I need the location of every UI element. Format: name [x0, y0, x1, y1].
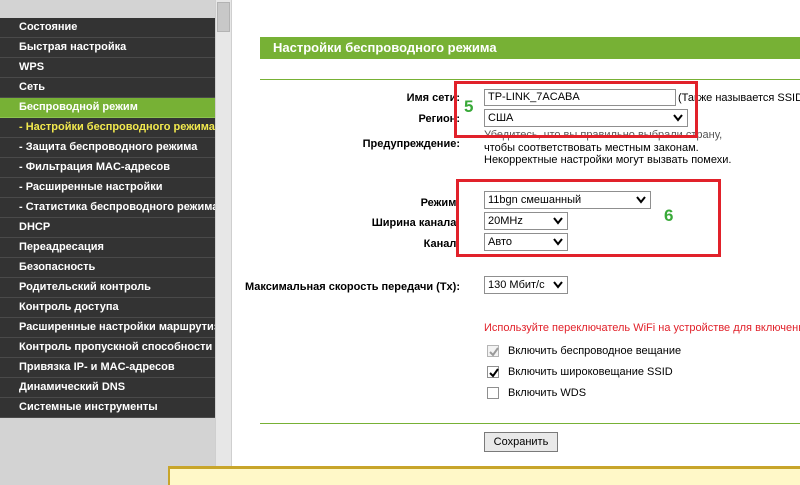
page-title: Настройки беспроводного режима [260, 37, 800, 59]
tx-rate-select-value: 130 Мбит/с [488, 279, 545, 291]
tx-rate-select[interactable]: 130 Мбит/с [484, 276, 568, 294]
broadcast-checkbox[interactable] [487, 345, 499, 357]
tx-rate-label: Максимальная скорость передачи (Tx): [244, 281, 460, 293]
broadcast-checkbox-label: Включить беспроводное вещание [508, 345, 682, 357]
sidebar-subitem-wireless-security[interactable]: - Защита беспроводного режима [0, 138, 215, 158]
sidebar-item-wps[interactable]: WPS [0, 58, 215, 78]
sidebar-menu: Состояние Быстрая настройка WPS Сеть Бес… [0, 18, 215, 418]
sidebar-item-security[interactable]: Безопасность [0, 258, 215, 278]
highlight-box-6 [456, 179, 721, 257]
highlight-box-5 [454, 81, 698, 138]
wifi-switch-notice: Используйте переключатель WiFi на устрой… [484, 322, 800, 334]
warning-label: Предупреждение: [362, 138, 460, 150]
annotation-number-5: 5 [464, 97, 474, 116]
bottom-popup-edge [168, 466, 800, 485]
sidebar-item-dhcp[interactable]: DHCP [0, 218, 215, 238]
sidebar-item-ip-mac-binding[interactable]: Привязка IP- и MAC-адресов [0, 358, 215, 378]
ssid-broadcast-checkbox[interactable] [487, 366, 499, 378]
sidebar-item-bandwidth-control[interactable]: Контроль пропускной способности [0, 338, 215, 358]
scrollbar-thumb[interactable] [217, 2, 230, 32]
sidebar-item-wireless[interactable]: Беспроводной режим [0, 98, 215, 118]
save-button[interactable]: Сохранить [484, 432, 558, 452]
divider-bottom [260, 423, 800, 424]
sidebar-subitem-wireless-stats[interactable]: - Статистика беспроводного режима [0, 198, 215, 218]
warning-line-2: чтобы соответствовать местным законам. [484, 142, 699, 154]
warning-line-3: Некорректные настройки могут вызвать пом… [484, 154, 732, 166]
sidebar: Состояние Быстрая настройка WPS Сеть Бес… [0, 0, 215, 485]
sidebar-item-access-control[interactable]: Контроль доступа [0, 298, 215, 318]
mode-label: Режим: [420, 197, 460, 209]
ssid-broadcast-checkbox-label: Включить широковещание SSID [508, 366, 673, 378]
channel-width-label: Ширина канала: [371, 217, 460, 229]
sidebar-item-advanced-routing[interactable]: Расширенные настройки маршрутизации [0, 318, 215, 338]
checkmark-icon [489, 347, 499, 357]
wds-checkbox[interactable] [487, 387, 499, 399]
sidebar-item-parental-control[interactable]: Родительский контроль [0, 278, 215, 298]
main-content: Настройки беспроводного режима Имя сети:… [232, 0, 800, 485]
annotation-number-6: 6 [664, 206, 674, 225]
sidebar-scrollbar[interactable] [215, 0, 232, 485]
wds-checkbox-label: Включить WDS [508, 387, 587, 399]
divider-top [260, 79, 800, 80]
sidebar-item-system-tools[interactable]: Системные инструменты [0, 398, 215, 418]
sidebar-item-quick-setup[interactable]: Быстрая настройка [0, 38, 215, 58]
sidebar-item-network[interactable]: Сеть [0, 78, 215, 98]
channel-label: Канал: [423, 238, 460, 250]
sidebar-subitem-advanced[interactable]: - Расширенные настройки [0, 178, 215, 198]
sidebar-subitem-mac-filtering[interactable]: - Фильтрация MAC-адресов [0, 158, 215, 178]
sidebar-subitem-wireless-settings[interactable]: - Настройки беспроводного режима [0, 118, 215, 138]
checkmark-icon [489, 368, 499, 378]
sidebar-top-spacer [0, 0, 215, 18]
sidebar-item-forwarding[interactable]: Переадресация [0, 238, 215, 258]
sidebar-item-status[interactable]: Состояние [0, 18, 215, 38]
sidebar-item-dynamic-dns[interactable]: Динамический DNS [0, 378, 215, 398]
chevron-down-icon [553, 281, 563, 289]
ssid-label: Имя сети: [406, 92, 460, 104]
